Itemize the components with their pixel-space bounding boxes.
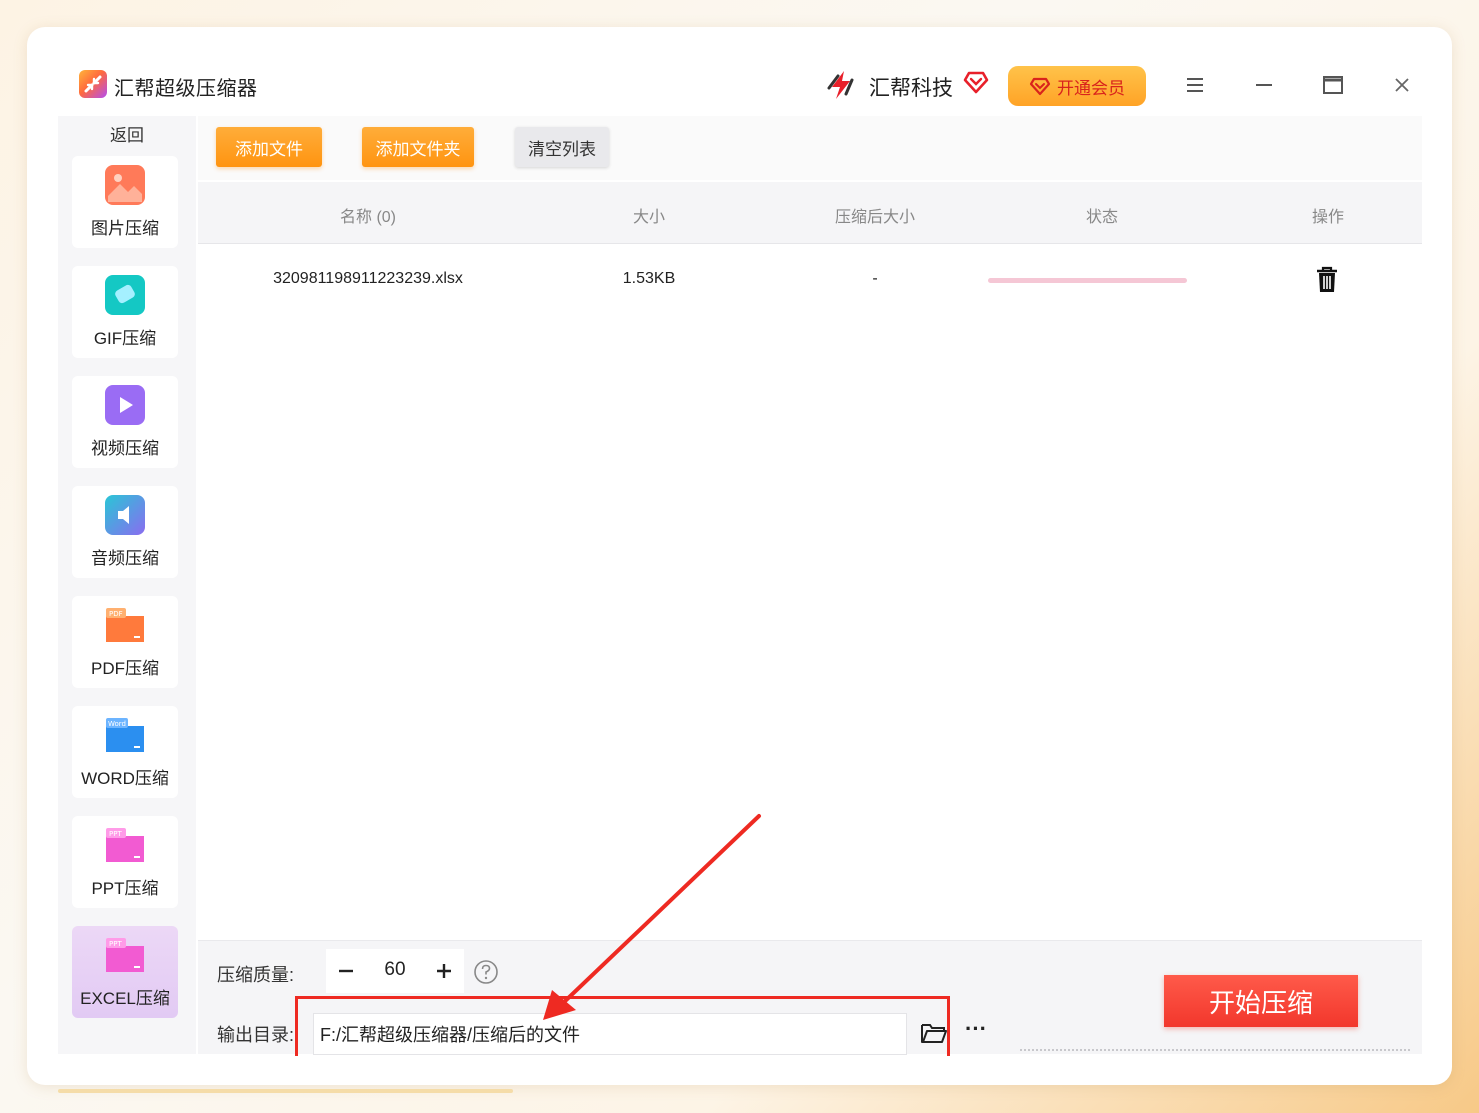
divider (1020, 1049, 1410, 1053)
ppt-icon: PPT (104, 824, 146, 866)
table-row[interactable]: 320981198911223239.xlsx 1.53KB - (198, 246, 1422, 314)
output-label: 输出目录: (217, 1025, 295, 1045)
diamond-icon (1029, 77, 1051, 96)
brand-name: 汇帮科技 (869, 77, 953, 100)
file-size: 1.53KB (622, 270, 676, 287)
back-link[interactable]: 返回 (58, 121, 196, 146)
quality-value[interactable]: 60 (368, 959, 422, 981)
start-compress-button[interactable]: 开始压缩 (1164, 975, 1358, 1027)
sidebar-item-label: 视频压缩 (91, 439, 159, 458)
bottom-panel: 压缩质量: 60 输出目录: ··· 开始压缩 (198, 940, 1422, 1055)
sidebar-item-ppt[interactable]: PPT PPT压缩 (72, 816, 178, 908)
word-badge: Word (108, 720, 126, 728)
column-header-compressed-size[interactable]: 压缩后大小 (835, 203, 915, 227)
video-icon (104, 384, 146, 426)
file-list (198, 244, 1422, 940)
sidebar-item-label: PDF压缩 (91, 659, 159, 678)
excel-icon: PPT (104, 934, 146, 976)
sidebar-item-label: EXCEL压缩 (80, 989, 170, 1008)
add-file-button[interactable]: 添加文件 (216, 127, 322, 167)
sidebar-item-label: WORD压缩 (81, 769, 169, 788)
sidebar-item-video[interactable]: 视频压缩 (72, 376, 178, 468)
column-header-action: 操作 (1311, 209, 1345, 226)
sidebar: 返回 图片压缩 GIF压缩 视频压缩 音频压缩 PDF PDF压缩 Word W… (58, 116, 196, 1054)
decrease-quality-button[interactable] (332, 957, 360, 985)
trash-icon (1317, 266, 1337, 292)
help-icon[interactable] (473, 959, 499, 985)
toolbar: 添加文件 添加文件夹 清空列表 (198, 116, 1422, 180)
pdf-badge: PDF (109, 610, 123, 618)
sidebar-item-label: PPT压缩 (91, 879, 159, 898)
close-button[interactable] (1387, 70, 1417, 100)
clear-list-button[interactable]: 清空列表 (515, 127, 609, 167)
sidebar-item-image[interactable]: 图片压缩 (72, 156, 178, 248)
decorative-line (58, 1089, 513, 1093)
sidebar-item-audio[interactable]: 音频压缩 (72, 486, 178, 578)
app-window: 汇帮超级压缩器 汇帮科技 开通会员 返回 图片压缩 GIF压缩 视频压缩 音频压… (58, 58, 1422, 1055)
brand-logo-icon (824, 68, 858, 102)
vip-label: 开通会员 (1057, 78, 1125, 98)
increase-quality-button[interactable] (430, 957, 458, 985)
diamond-heart-icon[interactable] (962, 68, 990, 96)
ppt-badge: PPT (109, 830, 122, 838)
vip-button[interactable]: 开通会员 (1008, 66, 1146, 106)
menu-button[interactable] (1180, 70, 1210, 100)
more-options-button[interactable]: ··· (962, 1018, 990, 1047)
excel-badge: PPT (109, 940, 122, 948)
pdf-icon: PDF (104, 604, 146, 646)
add-folder-button[interactable]: 添加文件夹 (362, 127, 474, 167)
output-path-input[interactable] (313, 1013, 907, 1055)
folder-open-icon (921, 1024, 947, 1043)
quality-label: 压缩质量: (217, 965, 295, 985)
column-header-name[interactable]: 名称 (0) (340, 203, 396, 227)
sidebar-item-label: 音频压缩 (91, 549, 159, 568)
audio-icon (104, 494, 146, 536)
sidebar-item-word[interactable]: Word WORD压缩 (72, 706, 178, 798)
app-title: 汇帮超级压缩器 (114, 78, 258, 100)
minimize-button[interactable] (1249, 70, 1279, 100)
sidebar-item-label: GIF压缩 (93, 329, 157, 348)
maximize-icon (1323, 76, 1343, 94)
table-header: 名称 (0) 大小 压缩后大小 状态 操作 (198, 182, 1422, 244)
word-icon: Word (104, 714, 146, 756)
browse-folder-button[interactable] (920, 1019, 948, 1047)
minimize-icon (1256, 84, 1272, 86)
close-icon (1395, 78, 1409, 92)
minus-icon (339, 969, 353, 973)
column-header-size[interactable]: 大小 (633, 203, 665, 227)
column-header-status[interactable]: 状态 (1086, 203, 1118, 227)
compressed-size: - (872, 270, 878, 287)
quality-stepper: 60 (326, 949, 464, 993)
sidebar-item-gif[interactable]: GIF压缩 (72, 266, 178, 358)
maximize-button[interactable] (1318, 70, 1348, 100)
delete-button[interactable] (1314, 264, 1340, 294)
title-bar: 汇帮超级压缩器 汇帮科技 开通会员 (58, 58, 1422, 116)
sidebar-item-excel[interactable]: PPT EXCEL压缩 (72, 926, 178, 1018)
app-logo-icon (79, 70, 107, 98)
file-name: 320981198911223239.xlsx (273, 270, 463, 287)
status-progress-bar (988, 278, 1187, 283)
image-icon (104, 164, 146, 206)
hamburger-icon (1187, 78, 1203, 92)
plus-icon (437, 964, 451, 978)
sidebar-item-pdf[interactable]: PDF PDF压缩 (72, 596, 178, 688)
sidebar-item-label: 图片压缩 (91, 219, 159, 238)
gif-icon (104, 274, 146, 316)
